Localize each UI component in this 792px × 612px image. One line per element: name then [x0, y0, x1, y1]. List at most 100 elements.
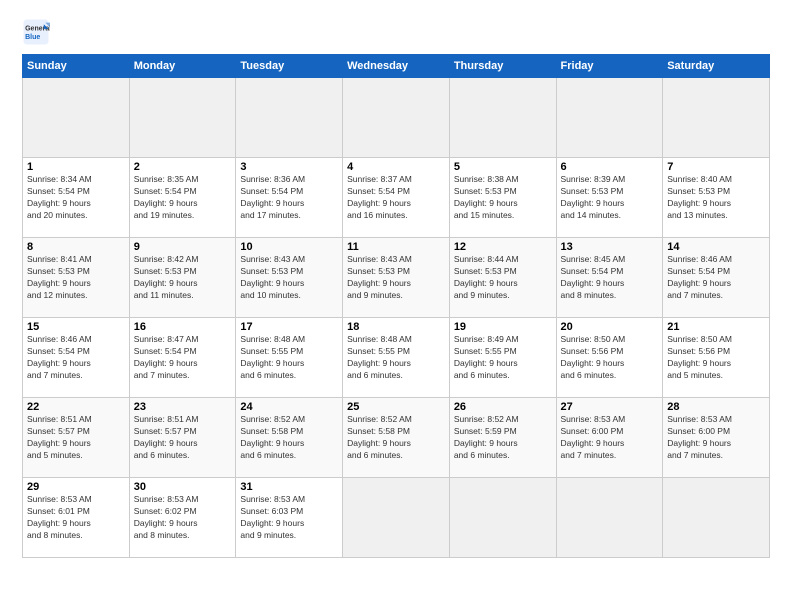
calendar-cell — [129, 78, 236, 158]
calendar-cell: 29Sunrise: 8:53 AM Sunset: 6:01 PM Dayli… — [23, 478, 130, 558]
calendar-cell: 20Sunrise: 8:50 AM Sunset: 5:56 PM Dayli… — [556, 318, 663, 398]
day-info: Sunrise: 8:52 AM Sunset: 5:58 PM Dayligh… — [240, 414, 338, 462]
day-info: Sunrise: 8:49 AM Sunset: 5:55 PM Dayligh… — [454, 334, 552, 382]
calendar-cell — [236, 78, 343, 158]
calendar-cell: 27Sunrise: 8:53 AM Sunset: 6:00 PM Dayli… — [556, 398, 663, 478]
calendar-cell: 3Sunrise: 8:36 AM Sunset: 5:54 PM Daylig… — [236, 158, 343, 238]
day-info: Sunrise: 8:45 AM Sunset: 5:54 PM Dayligh… — [561, 254, 659, 302]
day-info: Sunrise: 8:37 AM Sunset: 5:54 PM Dayligh… — [347, 174, 445, 222]
day-number: 5 — [454, 161, 552, 173]
col-header-sunday: Sunday — [23, 55, 130, 78]
calendar-cell: 16Sunrise: 8:47 AM Sunset: 5:54 PM Dayli… — [129, 318, 236, 398]
day-info: Sunrise: 8:46 AM Sunset: 5:54 PM Dayligh… — [27, 334, 125, 382]
calendar-cell — [449, 478, 556, 558]
day-number: 27 — [561, 401, 659, 413]
calendar-cell: 4Sunrise: 8:37 AM Sunset: 5:54 PM Daylig… — [343, 158, 450, 238]
header: General Blue — [22, 18, 770, 46]
calendar-week-0 — [23, 78, 770, 158]
calendar-cell: 17Sunrise: 8:48 AM Sunset: 5:55 PM Dayli… — [236, 318, 343, 398]
calendar-cell: 18Sunrise: 8:48 AM Sunset: 5:55 PM Dayli… — [343, 318, 450, 398]
day-info: Sunrise: 8:53 AM Sunset: 6:03 PM Dayligh… — [240, 494, 338, 542]
calendar-cell: 30Sunrise: 8:53 AM Sunset: 6:02 PM Dayli… — [129, 478, 236, 558]
day-info: Sunrise: 8:42 AM Sunset: 5:53 PM Dayligh… — [134, 254, 232, 302]
day-info: Sunrise: 8:50 AM Sunset: 5:56 PM Dayligh… — [561, 334, 659, 382]
calendar-cell: 19Sunrise: 8:49 AM Sunset: 5:55 PM Dayli… — [449, 318, 556, 398]
day-info: Sunrise: 8:35 AM Sunset: 5:54 PM Dayligh… — [134, 174, 232, 222]
day-number: 23 — [134, 401, 232, 413]
calendar-week-1: 1Sunrise: 8:34 AM Sunset: 5:54 PM Daylig… — [23, 158, 770, 238]
calendar-table: SundayMondayTuesdayWednesdayThursdayFrid… — [22, 54, 770, 558]
calendar-cell — [449, 78, 556, 158]
day-info: Sunrise: 8:40 AM Sunset: 5:53 PM Dayligh… — [667, 174, 765, 222]
day-number: 22 — [27, 401, 125, 413]
calendar-cell: 14Sunrise: 8:46 AM Sunset: 5:54 PM Dayli… — [663, 238, 770, 318]
day-number: 12 — [454, 241, 552, 253]
day-info: Sunrise: 8:39 AM Sunset: 5:53 PM Dayligh… — [561, 174, 659, 222]
day-number: 28 — [667, 401, 765, 413]
calendar-cell: 10Sunrise: 8:43 AM Sunset: 5:53 PM Dayli… — [236, 238, 343, 318]
day-info: Sunrise: 8:47 AM Sunset: 5:54 PM Dayligh… — [134, 334, 232, 382]
day-number: 1 — [27, 161, 125, 173]
day-number: 15 — [27, 321, 125, 333]
logo: General Blue — [22, 18, 54, 46]
day-info: Sunrise: 8:38 AM Sunset: 5:53 PM Dayligh… — [454, 174, 552, 222]
day-number: 31 — [240, 481, 338, 493]
day-info: Sunrise: 8:53 AM Sunset: 6:00 PM Dayligh… — [667, 414, 765, 462]
calendar-cell: 7Sunrise: 8:40 AM Sunset: 5:53 PM Daylig… — [663, 158, 770, 238]
day-info: Sunrise: 8:48 AM Sunset: 5:55 PM Dayligh… — [347, 334, 445, 382]
calendar-cell: 2Sunrise: 8:35 AM Sunset: 5:54 PM Daylig… — [129, 158, 236, 238]
col-header-tuesday: Tuesday — [236, 55, 343, 78]
calendar-cell — [343, 478, 450, 558]
day-number: 16 — [134, 321, 232, 333]
col-header-friday: Friday — [556, 55, 663, 78]
day-info: Sunrise: 8:44 AM Sunset: 5:53 PM Dayligh… — [454, 254, 552, 302]
day-number: 24 — [240, 401, 338, 413]
day-number: 17 — [240, 321, 338, 333]
day-info: Sunrise: 8:41 AM Sunset: 5:53 PM Dayligh… — [27, 254, 125, 302]
calendar-week-2: 8Sunrise: 8:41 AM Sunset: 5:53 PM Daylig… — [23, 238, 770, 318]
day-info: Sunrise: 8:43 AM Sunset: 5:53 PM Dayligh… — [240, 254, 338, 302]
day-info: Sunrise: 8:46 AM Sunset: 5:54 PM Dayligh… — [667, 254, 765, 302]
day-number: 14 — [667, 241, 765, 253]
col-header-wednesday: Wednesday — [343, 55, 450, 78]
day-info: Sunrise: 8:52 AM Sunset: 5:58 PM Dayligh… — [347, 414, 445, 462]
calendar-cell: 26Sunrise: 8:52 AM Sunset: 5:59 PM Dayli… — [449, 398, 556, 478]
day-info: Sunrise: 8:50 AM Sunset: 5:56 PM Dayligh… — [667, 334, 765, 382]
day-info: Sunrise: 8:52 AM Sunset: 5:59 PM Dayligh… — [454, 414, 552, 462]
calendar-cell: 25Sunrise: 8:52 AM Sunset: 5:58 PM Dayli… — [343, 398, 450, 478]
svg-text:Blue: Blue — [25, 34, 40, 41]
day-number: 3 — [240, 161, 338, 173]
calendar-cell — [556, 78, 663, 158]
calendar-cell: 1Sunrise: 8:34 AM Sunset: 5:54 PM Daylig… — [23, 158, 130, 238]
day-number: 9 — [134, 241, 232, 253]
svg-text:General: General — [25, 25, 50, 32]
calendar-cell: 11Sunrise: 8:43 AM Sunset: 5:53 PM Dayli… — [343, 238, 450, 318]
calendar-cell: 8Sunrise: 8:41 AM Sunset: 5:53 PM Daylig… — [23, 238, 130, 318]
calendar-cell: 12Sunrise: 8:44 AM Sunset: 5:53 PM Dayli… — [449, 238, 556, 318]
day-info: Sunrise: 8:51 AM Sunset: 5:57 PM Dayligh… — [27, 414, 125, 462]
day-info: Sunrise: 8:51 AM Sunset: 5:57 PM Dayligh… — [134, 414, 232, 462]
calendar-cell: 23Sunrise: 8:51 AM Sunset: 5:57 PM Dayli… — [129, 398, 236, 478]
day-number: 7 — [667, 161, 765, 173]
col-header-thursday: Thursday — [449, 55, 556, 78]
day-number: 26 — [454, 401, 552, 413]
calendar-cell: 22Sunrise: 8:51 AM Sunset: 5:57 PM Dayli… — [23, 398, 130, 478]
day-info: Sunrise: 8:53 AM Sunset: 6:02 PM Dayligh… — [134, 494, 232, 542]
calendar-week-3: 15Sunrise: 8:46 AM Sunset: 5:54 PM Dayli… — [23, 318, 770, 398]
calendar-cell: 21Sunrise: 8:50 AM Sunset: 5:56 PM Dayli… — [663, 318, 770, 398]
page: General Blue SundayMondayTuesdayWednesda… — [0, 0, 792, 572]
day-number: 21 — [667, 321, 765, 333]
day-number: 29 — [27, 481, 125, 493]
calendar-cell: 9Sunrise: 8:42 AM Sunset: 5:53 PM Daylig… — [129, 238, 236, 318]
day-number: 18 — [347, 321, 445, 333]
calendar-cell — [556, 478, 663, 558]
calendar-cell: 28Sunrise: 8:53 AM Sunset: 6:00 PM Dayli… — [663, 398, 770, 478]
day-info: Sunrise: 8:43 AM Sunset: 5:53 PM Dayligh… — [347, 254, 445, 302]
day-info: Sunrise: 8:34 AM Sunset: 5:54 PM Dayligh… — [27, 174, 125, 222]
day-info: Sunrise: 8:36 AM Sunset: 5:54 PM Dayligh… — [240, 174, 338, 222]
calendar-header-row: SundayMondayTuesdayWednesdayThursdayFrid… — [23, 55, 770, 78]
day-number: 8 — [27, 241, 125, 253]
calendar-cell — [663, 478, 770, 558]
calendar-week-4: 22Sunrise: 8:51 AM Sunset: 5:57 PM Dayli… — [23, 398, 770, 478]
day-info: Sunrise: 8:53 AM Sunset: 6:01 PM Dayligh… — [27, 494, 125, 542]
